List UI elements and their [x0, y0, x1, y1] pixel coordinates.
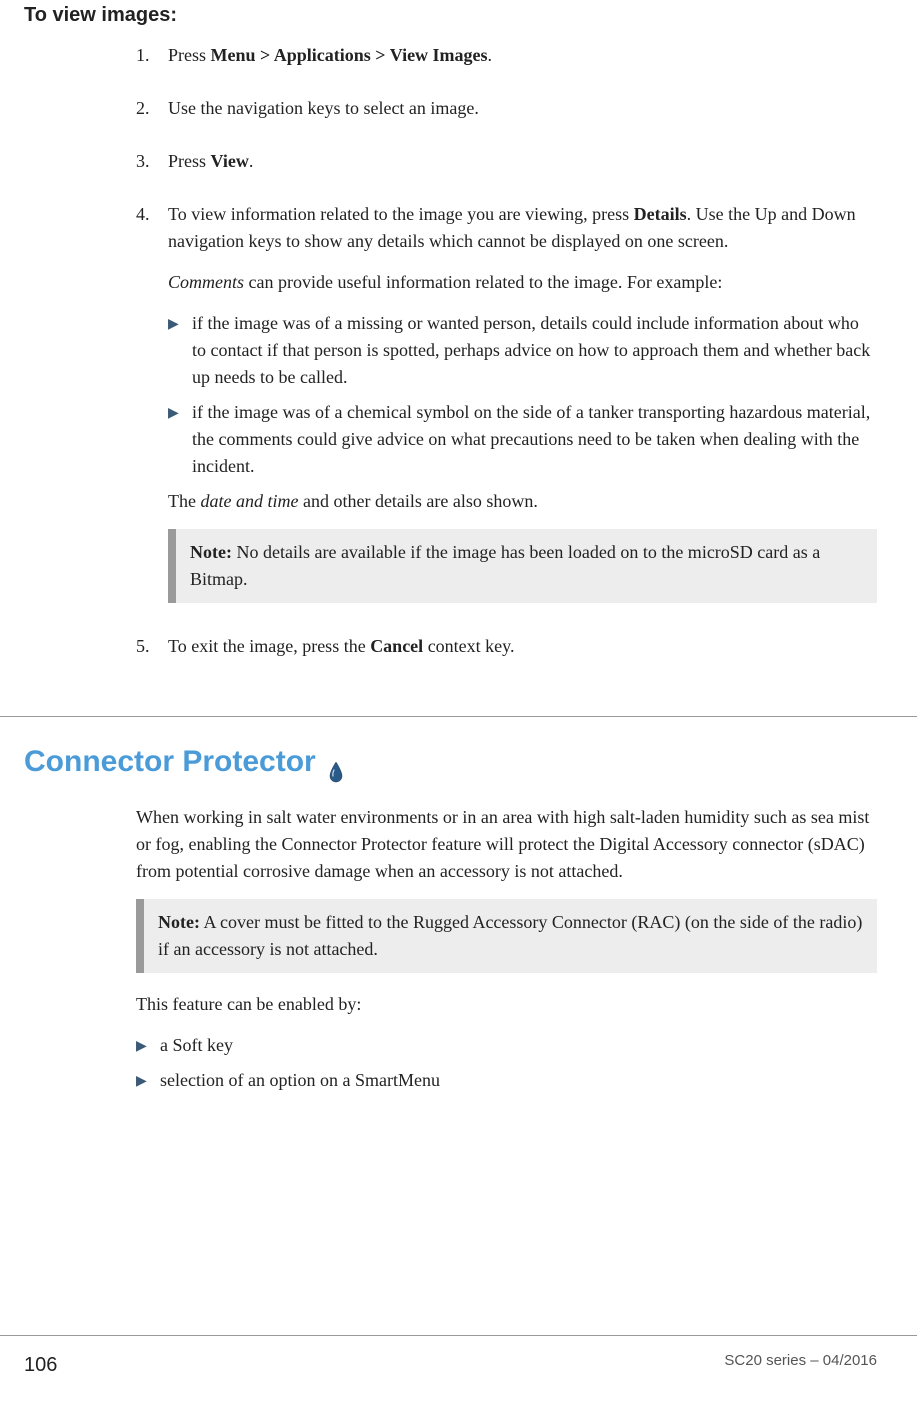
note-box-rac: Note: A cover must be fitted to the Rugg…	[136, 899, 877, 973]
note-label: Note:	[158, 912, 200, 932]
water-drop-icon	[328, 751, 344, 773]
doc-id: SC20 series – 04/2016	[724, 1350, 877, 1380]
page-number: 106	[24, 1350, 57, 1380]
bullet-item: ▶selection of an option on a SmartMenu	[136, 1067, 877, 1094]
step-content: Press View.	[168, 148, 877, 189]
note-text: No details are available if the image ha…	[190, 542, 820, 589]
step-item: 3.Press View.	[136, 148, 877, 189]
note-box: Note: No details are available if the im…	[168, 529, 877, 603]
bullet-marker-icon: ▶	[136, 1032, 160, 1059]
section-divider	[0, 716, 917, 717]
bullet-item: ▶if the image was of a chemical symbol o…	[168, 399, 877, 480]
bullet-marker-icon: ▶	[168, 399, 192, 480]
note-text: A cover must be fitted to the Rugged Acc…	[158, 912, 862, 959]
step-bullets: ▶if the image was of a missing or wanted…	[168, 310, 877, 480]
enabled-by-list: ▶a Soft key ▶selection of an option on a …	[136, 1032, 877, 1094]
step-item: 2.Use the navigation keys to select an i…	[136, 95, 877, 136]
page-footer: 106 SC20 series – 04/2016	[0, 1335, 917, 1380]
connector-intro-text: When working in salt water environments …	[136, 804, 877, 885]
step-number: 5.	[136, 633, 168, 674]
step-number: 2.	[136, 95, 168, 136]
bullet-marker-icon: ▶	[136, 1067, 160, 1094]
heading-text: Connector Protector	[24, 739, 316, 784]
note-label: Note:	[190, 542, 232, 562]
step-number: 4.	[136, 201, 168, 621]
step-item: 4.To view information related to the ima…	[136, 201, 877, 621]
step-number: 3.	[136, 148, 168, 189]
step-item: 5.To exit the image, press the Cancel co…	[136, 633, 877, 674]
bullet-item: ▶if the image was of a missing or wanted…	[168, 310, 877, 391]
bullet-item: ▶a Soft key	[136, 1032, 877, 1059]
steps-list: 1.Press Menu > Applications > View Image…	[40, 42, 877, 674]
step-number: 1.	[136, 42, 168, 83]
enabled-by-text: This feature can be enabled by:	[136, 991, 877, 1018]
heading-connector-protector: Connector Protector	[24, 739, 877, 784]
bullet-marker-icon: ▶	[168, 310, 192, 391]
step-content: To exit the image, press the Cancel cont…	[168, 633, 877, 674]
step-content: To view information related to the image…	[168, 201, 877, 621]
section-title-view-images: To view images:	[24, 0, 877, 30]
step-content: Press Menu > Applications > View Images.	[168, 42, 877, 83]
step-item: 1.Press Menu > Applications > View Image…	[136, 42, 877, 83]
step-content: Use the navigation keys to select an ima…	[168, 95, 877, 136]
